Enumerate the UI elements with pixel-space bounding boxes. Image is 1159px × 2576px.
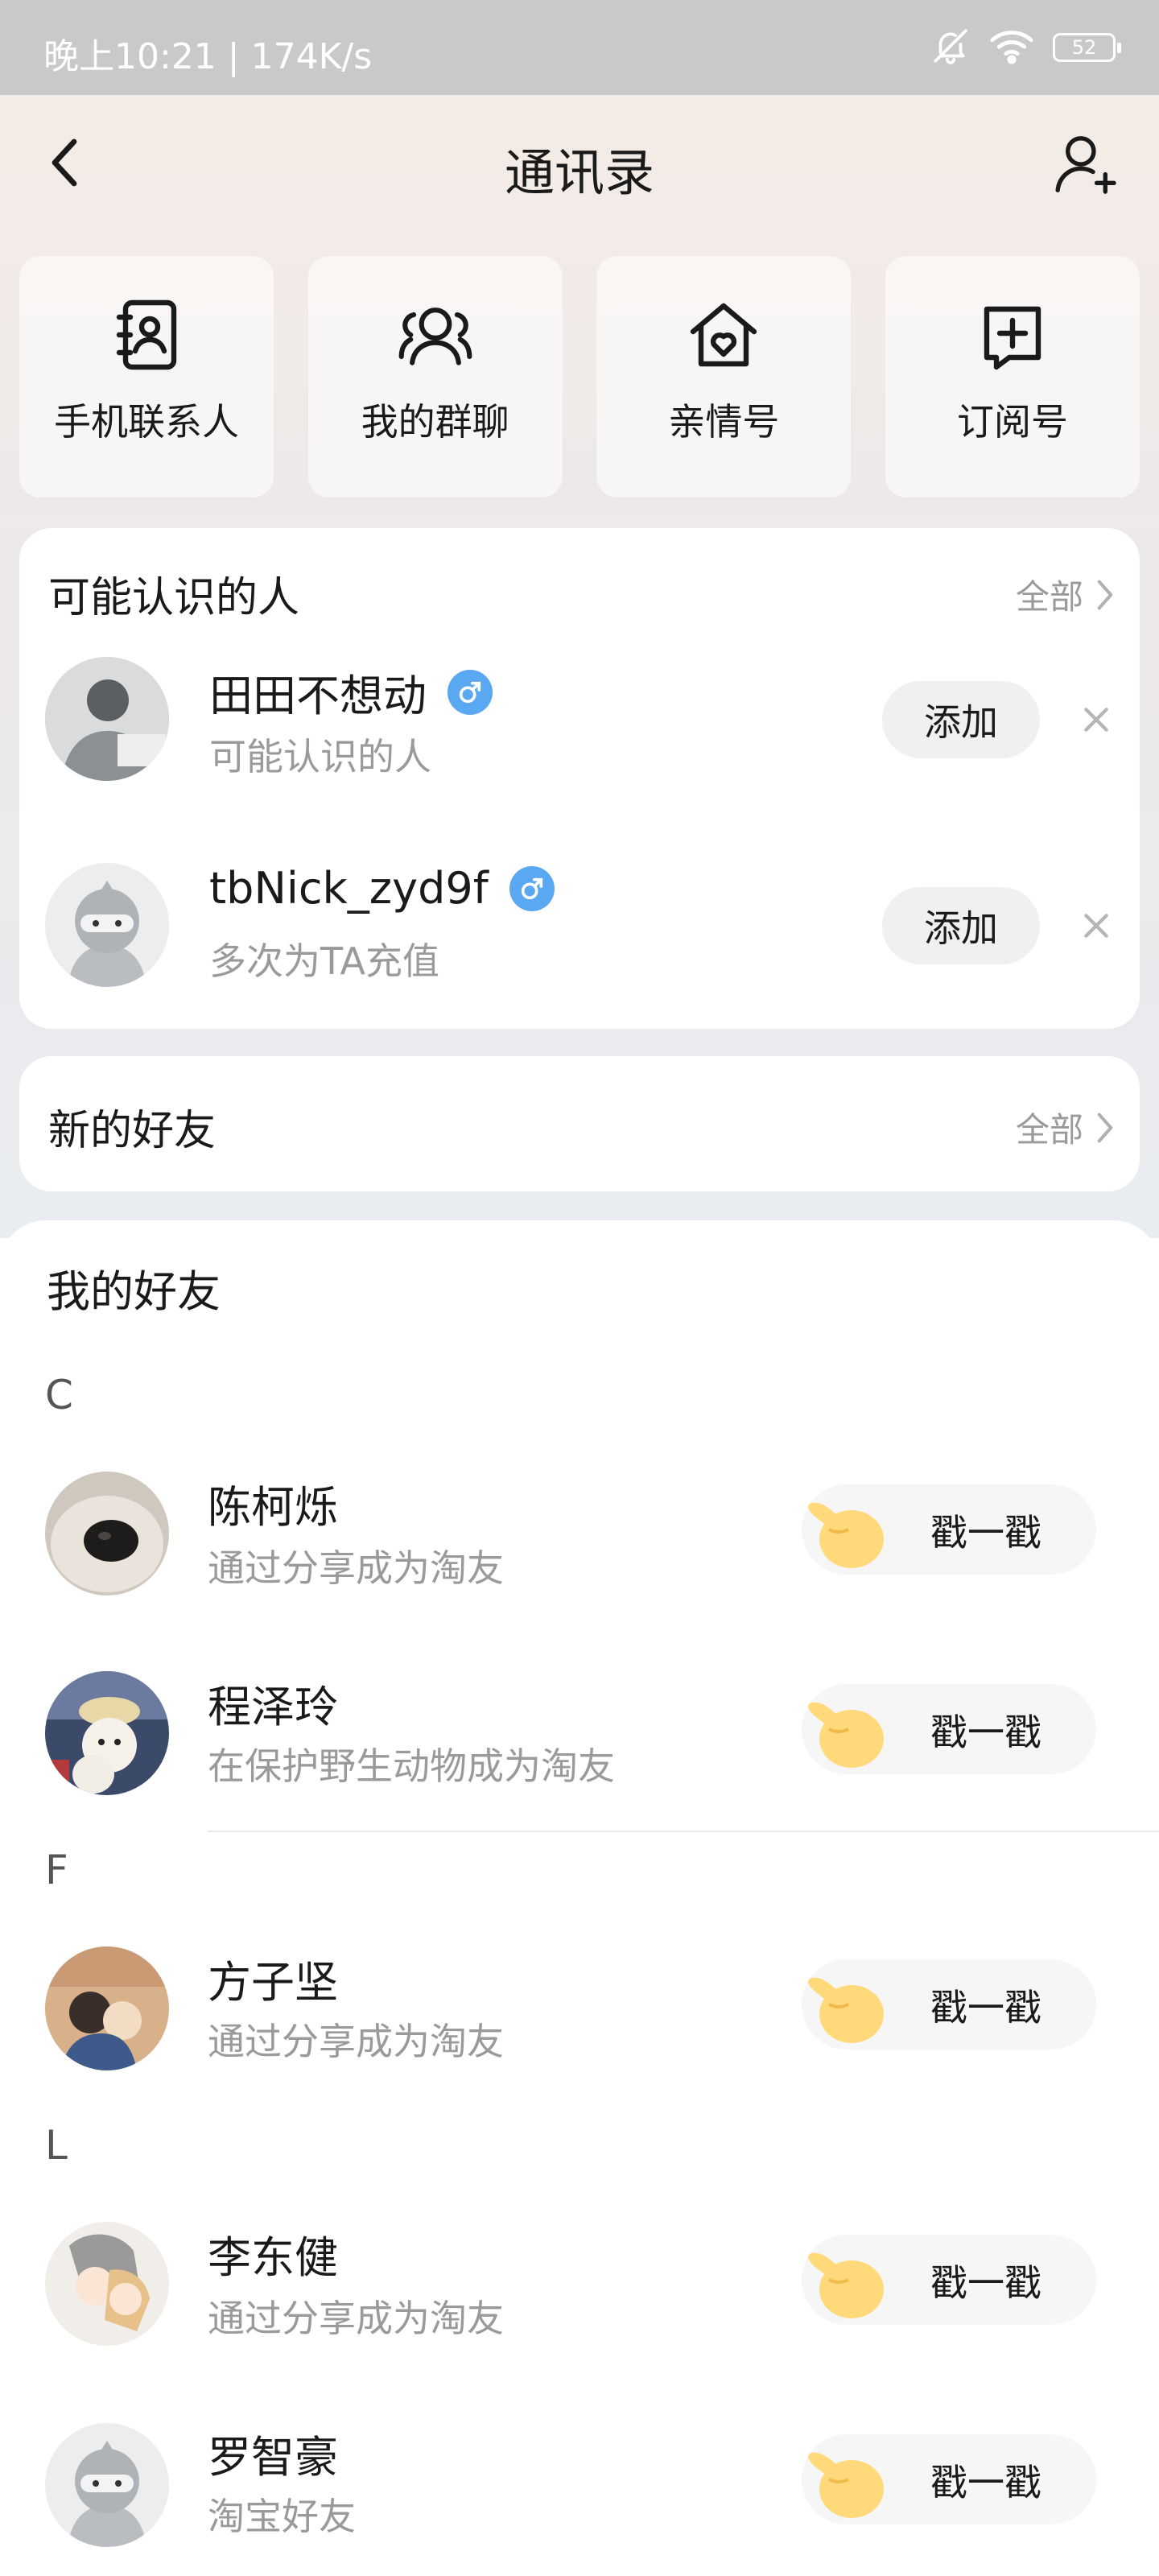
avatar	[45, 863, 169, 987]
friend-name: 罗智豪	[208, 2432, 338, 2483]
suggested-person-row[interactable]: 田田不想动 可能认识的人 添加	[19, 657, 1140, 810]
all-label: 全部	[1015, 1110, 1083, 1150]
male-gender-icon	[509, 865, 555, 911]
quick-tiles: 手机联系人 我的群聊 亲情号 订阅号	[19, 256, 1140, 497]
dismiss-button[interactable]	[1072, 902, 1120, 950]
avatar	[45, 1472, 169, 1596]
person-name: 田田不想动	[209, 671, 427, 721]
row-divider	[208, 1831, 1159, 1832]
tile-family-number[interactable]: 亲情号	[596, 256, 852, 497]
add-button[interactable]: 添加	[882, 887, 1040, 964]
suggested-all-link[interactable]: 全部	[1016, 570, 1114, 619]
pointing-hand-icon	[808, 1702, 884, 1768]
suggested-title: 可能认识的人	[48, 574, 300, 622]
family-home-heart-icon	[683, 295, 764, 375]
avatar	[45, 2423, 169, 2547]
tile-subscriptions[interactable]: 订阅号	[885, 256, 1140, 497]
poke-button[interactable]: 戳一戳	[802, 1959, 1096, 2050]
subscription-add-icon	[972, 295, 1053, 375]
suggested-name: 田田不想动	[209, 660, 493, 724]
dismiss-button[interactable]	[1072, 696, 1120, 744]
friend-subtitle: 通过分享成为淘友	[208, 2020, 504, 2063]
status-icons: 52	[930, 26, 1121, 69]
suggested-person-row[interactable]: tbNick_zyd9f 多次为TA充值 添加	[19, 863, 1140, 1016]
suggested-people-card: 可能认识的人 全部 田田不想动 可能认识的人 添加 tbNick_zyd9f 多…	[19, 528, 1140, 1029]
bell-muted-icon	[930, 26, 971, 69]
friend-subtitle: 淘宝好友	[208, 2495, 356, 2538]
index-letter: F	[45, 1847, 68, 1893]
poke-button[interactable]: 戳一戳	[802, 1684, 1096, 1774]
suggested-subtitle: 多次为TA充值	[209, 939, 439, 983]
group-chat-icon	[395, 295, 476, 375]
battery-icon: 52	[1053, 33, 1121, 62]
status-bar: 晚上10:21 | 174K/s 52	[0, 0, 1159, 95]
status-time: 晚上10:21 | 174K/s	[43, 36, 373, 77]
person-add-icon	[1055, 136, 1116, 194]
close-icon	[1084, 708, 1108, 732]
add-friend-button[interactable]	[1048, 126, 1125, 203]
friend-subtitle: 通过分享成为淘友	[208, 2297, 504, 2340]
avatar	[45, 657, 169, 781]
tile-my-group-chats[interactable]: 我的群聊	[307, 256, 563, 497]
chevron-right-icon	[1097, 580, 1113, 609]
my-friends-section: 我的好友 C 陈柯烁 通过分享成为淘友 戳一戳 程泽玲 在保护野生动物成为淘友 …	[0, 1220, 1159, 2576]
suggested-subtitle: 可能认识的人	[209, 735, 431, 778]
all-label: 全部	[1015, 577, 1083, 617]
person-name: tbNick_zyd9f	[209, 863, 489, 914]
tile-phone-contacts[interactable]: 手机联系人	[19, 256, 274, 497]
tile-label: 我的群聊	[361, 400, 509, 444]
poke-button[interactable]: 戳一戳	[802, 2434, 1096, 2524]
friend-name: 李东健	[208, 2232, 338, 2283]
close-icon	[1084, 914, 1108, 938]
suggested-name: tbNick_zyd9f	[209, 863, 555, 914]
friend-name: 方子坚	[208, 1957, 338, 2008]
avatar	[45, 1671, 169, 1795]
poke-label: 戳一戳	[930, 2261, 1041, 2305]
male-gender-icon	[448, 669, 493, 715]
pointing-hand-icon	[808, 1977, 884, 2043]
friend-name: 陈柯烁	[208, 1482, 338, 1533]
index-letter: L	[45, 2122, 68, 2169]
avatar	[45, 2222, 169, 2346]
tile-label: 手机联系人	[54, 400, 239, 444]
poke-label: 戳一戳	[930, 1711, 1041, 1754]
poke-label: 戳一戳	[930, 2461, 1041, 2504]
new-friends-card[interactable]: 新的好友 全部	[19, 1056, 1140, 1191]
page-title: 通讯录	[504, 143, 654, 202]
poke-label: 戳一戳	[930, 1511, 1041, 1554]
contacts-book-icon	[106, 295, 187, 375]
pointing-hand-icon	[808, 1502, 884, 1568]
friend-subtitle: 在保护野生动物成为淘友	[208, 1744, 615, 1788]
tile-label: 订阅号	[956, 400, 1068, 444]
friend-subtitle: 通过分享成为淘友	[208, 1546, 504, 1590]
new-friends-title: 新的好友	[48, 1107, 217, 1155]
pointing-hand-icon	[808, 2252, 884, 2318]
poke-button[interactable]: 戳一戳	[802, 2235, 1096, 2325]
pointing-hand-icon	[808, 2452, 884, 2518]
friend-name: 程泽玲	[208, 1682, 338, 1732]
poke-button[interactable]: 戳一戳	[802, 1484, 1096, 1575]
new-friends-all-link[interactable]: 全部	[1016, 1103, 1114, 1152]
poke-label: 戳一戳	[930, 1986, 1041, 2029]
avatar	[45, 1946, 169, 2070]
chevron-right-icon	[1097, 1113, 1113, 1142]
my-friends-title: 我的好友	[47, 1266, 221, 1317]
add-button[interactable]: 添加	[882, 681, 1040, 758]
wifi-icon	[988, 26, 1035, 69]
tile-label: 亲情号	[668, 400, 780, 444]
index-letter: C	[45, 1372, 73, 1418]
